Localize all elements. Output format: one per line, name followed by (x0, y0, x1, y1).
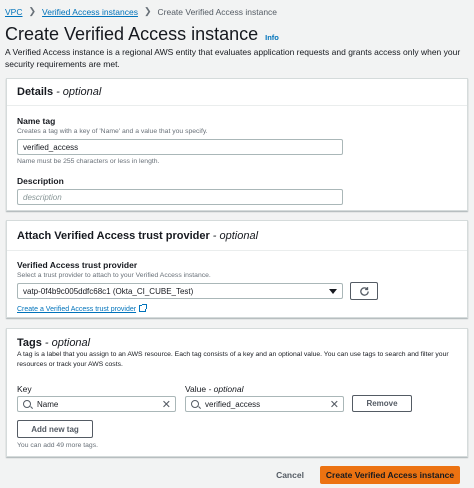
details-panel: Details - optional Name tag Creates a ta… (6, 78, 468, 211)
tag-value-input[interactable]: verified_access ✕ (185, 396, 344, 412)
refresh-button[interactable] (350, 282, 378, 300)
details-header: Details - optional (7, 79, 467, 106)
breadcrumb: VPC ❯ Verified Access instances ❯ Create… (5, 6, 277, 17)
create-trust-provider-link[interactable]: Create a Verified Access trust provider (17, 306, 136, 313)
trust-provider-description: Select a trust provider to attach to you… (17, 272, 211, 279)
description-input[interactable]: description (17, 189, 343, 205)
tags-panel: Tags - optional A tag is a label that yo… (6, 328, 468, 457)
page-title: Create Verified Access instance (5, 24, 259, 44)
tag-key-input[interactable]: Name ✕ (17, 396, 176, 412)
breadcrumb-vpc-link[interactable]: VPC (5, 7, 22, 17)
trust-provider-selected: vatp-0f4b9c005ddfc68c1 (Okta_CI_CUBE_Tes… (23, 286, 194, 296)
tag-value-label-row: Value - optional (185, 384, 243, 394)
name-tag-label: Name tag (17, 116, 56, 126)
close-icon[interactable]: ✕ (330, 399, 339, 411)
trust-provider-select[interactable]: vatp-0f4b9c005ddfc68c1 (Okta_CI_CUBE_Tes… (17, 283, 343, 299)
tag-value-value: verified_access (205, 399, 261, 409)
info-link[interactable]: Info (265, 33, 279, 42)
tag-value-optional: - optional (208, 384, 244, 394)
tag-value-label: Value (185, 384, 207, 394)
refresh-icon (359, 286, 369, 296)
tags-optional: - optional (44, 337, 91, 349)
name-tag-input[interactable]: verified_access (17, 139, 343, 155)
name-tag-description: Creates a tag with a key of 'Name' and a… (17, 128, 208, 135)
tag-key-value: Name (37, 399, 59, 409)
trust-provider-panel: Attach Verified Access trust provider - … (6, 220, 468, 318)
cancel-button[interactable]: Cancel (266, 467, 314, 483)
description-label: Description (17, 176, 64, 186)
search-icon (23, 400, 31, 408)
add-new-tag-button[interactable]: Add new tag (17, 420, 93, 438)
caret-down-icon (329, 289, 337, 294)
trust-provider-optional: - optional (212, 229, 259, 242)
page-title-row: Create Verified Access instance Info (5, 24, 279, 45)
tags-description: A tag is a label that you assign to an A… (17, 351, 449, 368)
tag-key-label: Key (17, 384, 32, 394)
page-description: A Verified Access instance is a regional… (5, 47, 461, 69)
tags-header: Tags - optional (7, 329, 467, 349)
details-heading: Details (17, 86, 54, 98)
name-tag-constraint: Name must be 255 characters or less in l… (17, 158, 160, 165)
external-link-icon (139, 304, 148, 312)
tags-heading: Tags (17, 337, 42, 349)
trust-provider-label: Verified Access trust provider (17, 260, 138, 270)
create-trust-provider-row: Create a Verified Access trust provider (17, 304, 148, 313)
breadcrumb-instances-link[interactable]: Verified Access instances (42, 7, 138, 17)
create-instance-button[interactable]: Create Verified Access instance (320, 466, 460, 484)
tags-remaining: You can add 49 more tags. (17, 442, 98, 449)
close-icon[interactable]: ✕ (162, 399, 171, 411)
search-icon (191, 400, 199, 408)
trust-provider-header: Attach Verified Access trust provider - … (7, 221, 467, 251)
remove-tag-button[interactable]: Remove (352, 395, 412, 412)
details-optional: - optional (56, 86, 102, 98)
chevron-right-icon: ❯ (143, 6, 152, 16)
chevron-right-icon: ❯ (28, 6, 37, 16)
trust-provider-heading: Attach Verified Access trust provider (17, 229, 210, 242)
breadcrumb-current: Create Verified Access instance (157, 6, 278, 17)
